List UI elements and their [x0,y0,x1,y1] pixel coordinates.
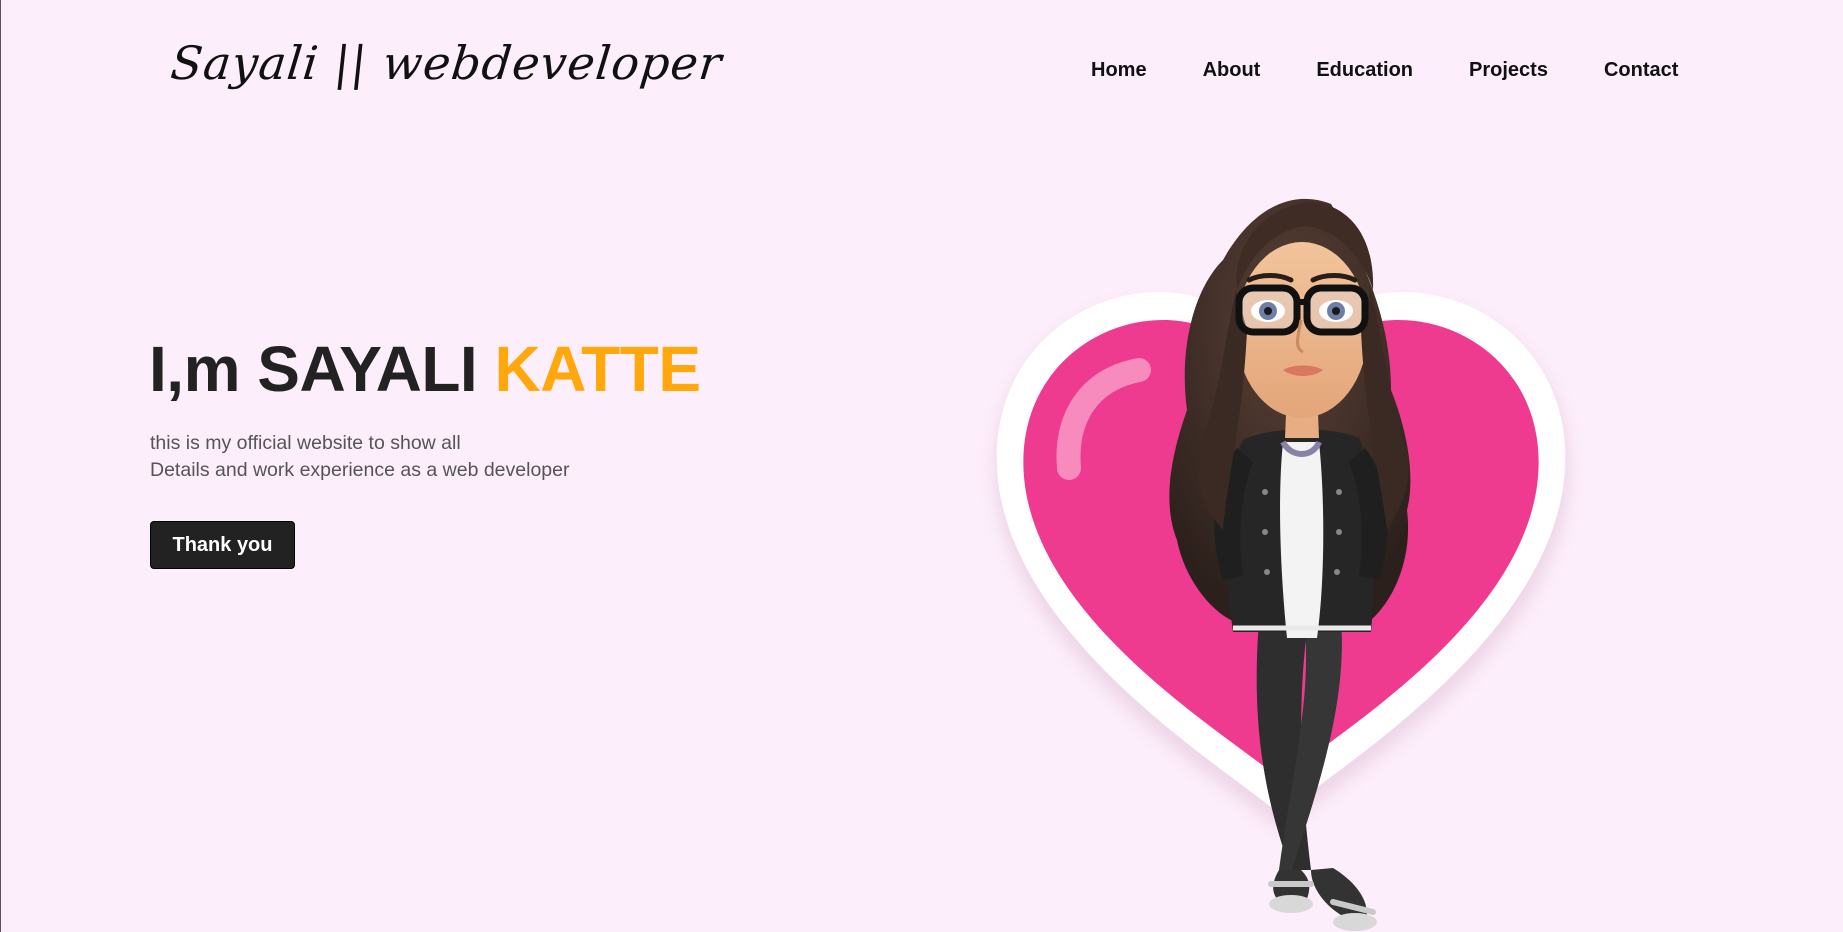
hero-description-line-2: Details and work experience as a web dev… [150,459,570,481]
hero-description: this is my official website to show all … [150,430,570,484]
nav-contact[interactable]: Contact [1604,59,1678,82]
thank-you-button[interactable]: Thank you [150,521,295,569]
main-nav: Home About Education Projects Contact [1091,59,1734,82]
nav-projects[interactable]: Projects [1469,59,1548,82]
avatar [1169,198,1411,931]
site-logo[interactable]: Sayali || webdeveloper [168,36,725,90]
nav-home[interactable]: Home [1091,59,1147,82]
avatar-heart-illustration [994,198,1570,931]
nav-education[interactable]: Education [1316,59,1413,82]
page: Sayali || webdeveloper Home About Educat… [0,0,1843,932]
hero-title: I,m SAYALI KATTE [149,332,701,406]
hero-description-line-1: this is my official website to show all [150,432,461,454]
hero-title-accent: KATTE [494,333,701,405]
nav-about[interactable]: About [1203,59,1261,82]
hero-title-main: I,m SAYALI [149,333,495,405]
